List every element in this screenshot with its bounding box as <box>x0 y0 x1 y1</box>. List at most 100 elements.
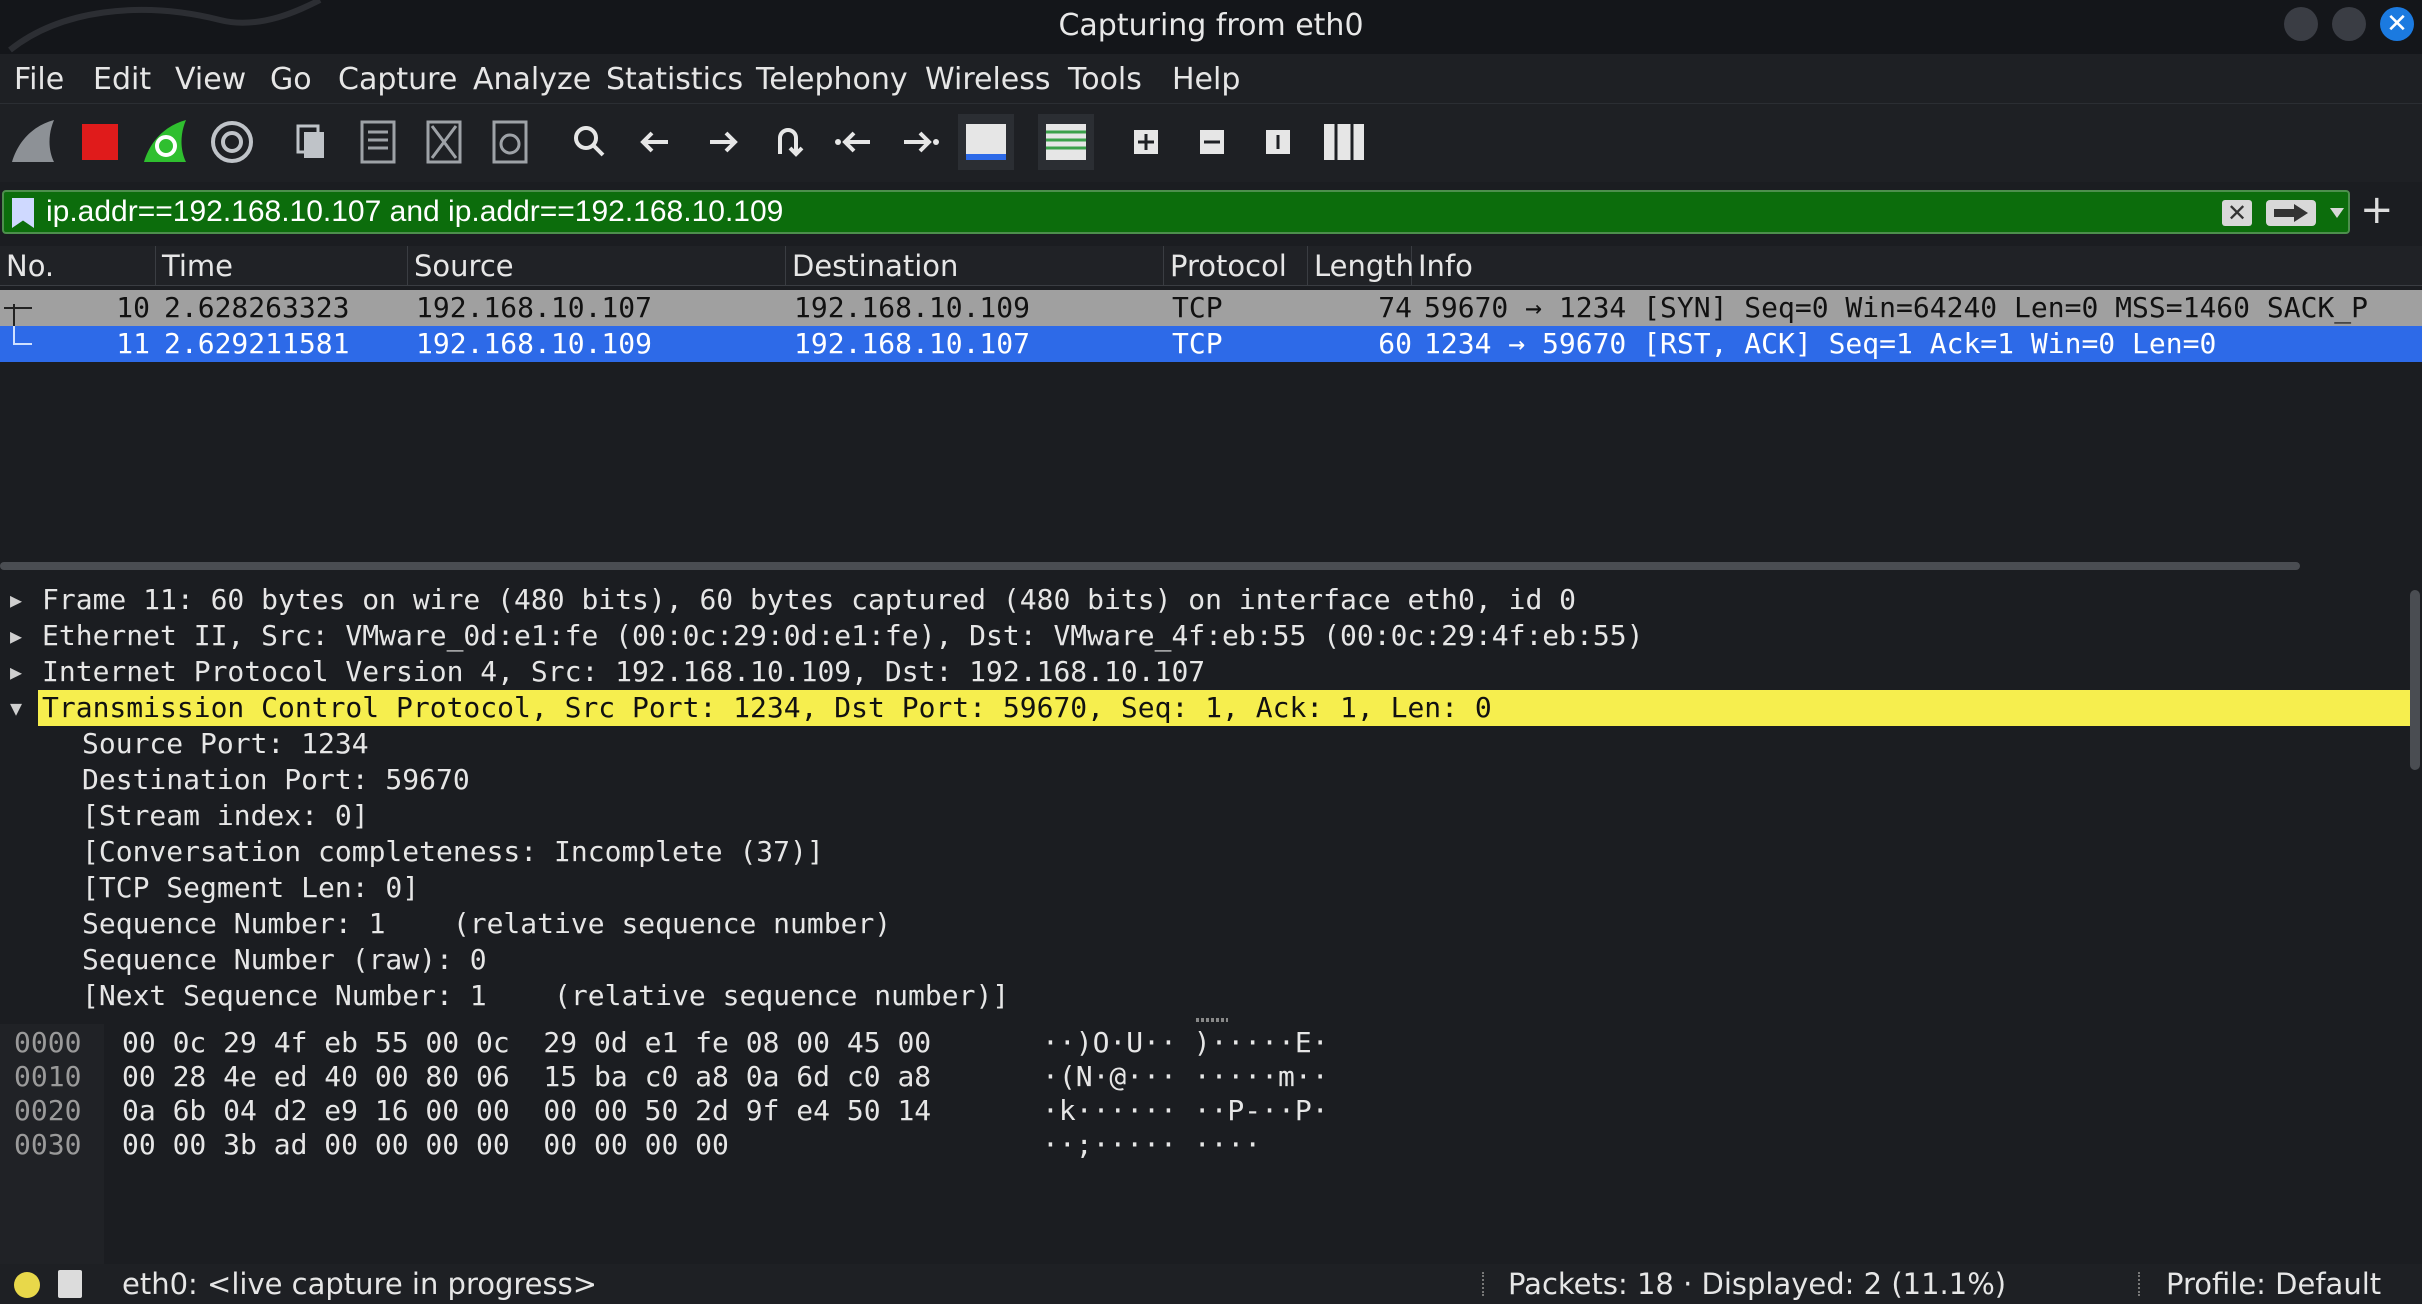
cell-info: 59670 → 1234 [SYN] Seq=0 Win=64240 Len=0… <box>1424 291 2369 324</box>
main-toolbar <box>0 104 2422 182</box>
clear-filter-icon[interactable]: ✕ <box>2222 200 2252 226</box>
zoom-out-button[interactable] <box>1184 114 1240 170</box>
tcp-field[interactable]: [Stream index: 0] <box>82 798 369 834</box>
menu-statistics[interactable]: Statistics <box>606 62 743 97</box>
zoom-in-button[interactable] <box>1118 114 1174 170</box>
resize-columns-icon <box>1324 124 1364 160</box>
vertical-scrollbar[interactable] <box>2410 590 2420 770</box>
byte-hex[interactable]: 0a 6b 04 d2 e9 16 00 00 00 00 50 2d 9f e… <box>122 1094 931 1128</box>
byte-ascii[interactable]: ·k······ ··P-··P· <box>1042 1094 1329 1128</box>
zoom-in-icon <box>1134 130 1158 154</box>
col-time[interactable]: Time <box>156 246 408 286</box>
cell-source: 192.168.10.107 <box>416 291 653 324</box>
menu-capture[interactable]: Capture <box>338 62 457 97</box>
expand-arrow-icon[interactable]: ▶ <box>10 654 22 690</box>
add-filter-button[interactable]: + <box>2360 186 2394 234</box>
restart-icon <box>144 120 186 162</box>
profile-label[interactable]: Profile: Default <box>2166 1264 2381 1304</box>
status-bar: eth0: <live capture in progress> Packets… <box>0 1264 2422 1304</box>
shark-fin-icon <box>12 120 54 162</box>
go-first-packet-button[interactable] <box>826 114 882 170</box>
display-filter-input[interactable] <box>46 192 2196 232</box>
stop-capture-button[interactable] <box>72 114 128 170</box>
cell-time: 2.629211581 <box>164 327 350 360</box>
chevron-down-icon[interactable] <box>2330 208 2344 218</box>
expand-arrow-icon[interactable]: ▶ <box>10 582 22 618</box>
tree-item-tcp[interactable]: Transmission Control Protocol, Src Port:… <box>38 690 2410 726</box>
go-to-packet-button[interactable] <box>760 114 816 170</box>
menu-help[interactable]: Help <box>1172 62 1240 97</box>
arrow-right-icon <box>710 131 738 153</box>
cell-info: 1234 → 59670 [RST, ACK] Seq=1 Ack=1 Win=… <box>1424 327 2217 360</box>
menu-edit[interactable]: Edit <box>93 62 151 97</box>
tcp-field[interactable]: Sequence Number (raw): 0 <box>82 942 487 978</box>
go-back-button[interactable] <box>628 114 684 170</box>
packet-list: No. Time Source Destination Protocol Len… <box>0 246 2422 570</box>
menu-go[interactable]: Go <box>270 62 312 97</box>
col-no[interactable]: No. <box>0 246 156 286</box>
table-row[interactable]: 10 2.628263323 192.168.10.107 192.168.10… <box>0 290 2422 326</box>
pane-splitter[interactable] <box>1196 1018 1228 1022</box>
cell-length: 60 <box>1378 327 1412 360</box>
cell-destination: 192.168.10.107 <box>794 327 1031 360</box>
maximize-button[interactable] <box>2332 7 2366 41</box>
menu-analyze[interactable]: Analyze <box>473 62 591 97</box>
cell-source: 192.168.10.109 <box>416 327 653 360</box>
menu-file[interactable]: File <box>14 62 64 97</box>
find-packet-button[interactable] <box>562 114 618 170</box>
status-divider <box>1482 1272 1484 1296</box>
byte-ascii[interactable]: ··)O·U·· )·····E· <box>1042 1026 1329 1060</box>
arrow-left-icon <box>640 131 668 153</box>
normal-size-button[interactable] <box>1250 114 1306 170</box>
collapse-arrow-icon[interactable]: ▼ <box>10 690 22 726</box>
resize-columns-button[interactable] <box>1316 114 1372 170</box>
tcp-field[interactable]: Sequence Number: 1 (relative sequence nu… <box>82 906 891 942</box>
horizontal-scrollbar[interactable] <box>0 562 2300 570</box>
menu-tools[interactable]: Tools <box>1068 62 1142 97</box>
apply-filter-icon[interactable] <box>2266 200 2316 226</box>
tcp-field[interactable]: [Conversation completeness: Incomplete (… <box>82 834 824 870</box>
table-row-selected[interactable]: 11 2.629211581 192.168.10.109 192.168.10… <box>0 326 2422 362</box>
window-title: Capturing from eth0 <box>1058 8 1364 43</box>
colorize-icon <box>1046 124 1086 160</box>
go-last-packet-button[interactable] <box>892 114 948 170</box>
start-capture-button[interactable] <box>6 114 62 170</box>
bookmark-icon[interactable] <box>12 198 34 228</box>
col-length[interactable]: Length <box>1308 246 1414 286</box>
byte-hex[interactable]: 00 28 4e ed 40 00 80 06 15 ba c0 a8 0a 6… <box>122 1060 931 1094</box>
minimize-button[interactable] <box>2284 7 2318 41</box>
status-divider <box>2138 1272 2140 1296</box>
close-button[interactable]: ✕ <box>2380 7 2414 41</box>
menu-wireless[interactable]: Wireless <box>925 62 1051 97</box>
col-protocol[interactable]: Protocol <box>1164 246 1308 286</box>
byte-ascii[interactable]: ··;····· ···· <box>1042 1128 1261 1162</box>
byte-ascii[interactable]: ·(N·@··· ·····m·· <box>1042 1060 1329 1094</box>
tcp-field[interactable]: [Next Sequence Number: 1 (relative seque… <box>82 978 1009 1014</box>
go-forward-button[interactable] <box>694 114 750 170</box>
col-destination[interactable]: Destination <box>786 246 1164 286</box>
save-file-button[interactable] <box>350 114 406 170</box>
colorize-button[interactable] <box>1038 114 1094 170</box>
tcp-field[interactable]: Source Port: 1234 <box>82 726 369 762</box>
tcp-field[interactable]: Destination Port: 59670 <box>82 762 470 798</box>
byte-hex[interactable]: 00 0c 29 4f eb 55 00 0c 29 0d e1 fe 08 0… <box>122 1026 931 1060</box>
restart-capture-button[interactable] <box>138 114 194 170</box>
byte-hex[interactable]: 00 00 3b ad 00 00 00 00 00 00 00 00 <box>122 1128 729 1162</box>
reload-file-button[interactable] <box>482 114 538 170</box>
capture-comment-icon[interactable] <box>58 1270 82 1298</box>
open-file-button[interactable] <box>284 114 340 170</box>
expert-info-icon[interactable] <box>14 1272 40 1298</box>
cell-no: 10 <box>116 291 150 324</box>
expand-arrow-icon[interactable]: ▶ <box>10 618 22 654</box>
menu-view[interactable]: View <box>175 62 246 97</box>
tcp-field[interactable]: [TCP Segment Len: 0] <box>82 870 419 906</box>
col-source[interactable]: Source <box>408 246 786 286</box>
menu-telephony[interactable]: Telephony <box>756 62 908 97</box>
col-info[interactable]: Info <box>1412 246 2422 286</box>
packet-bytes: 0000 00 0c 29 4f eb 55 00 0c 29 0d e1 fe… <box>0 1024 2422 1264</box>
capture-status: eth0: <live capture in progress> <box>122 1267 598 1301</box>
cell-protocol: TCP <box>1172 327 1223 360</box>
capture-options-button[interactable] <box>204 114 260 170</box>
autoscroll-button[interactable] <box>958 114 1014 170</box>
close-file-button[interactable] <box>416 114 472 170</box>
